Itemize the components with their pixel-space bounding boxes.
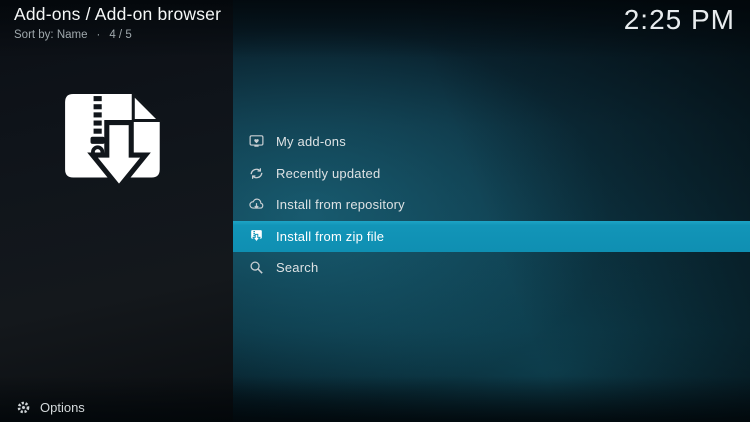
options-label: Options xyxy=(40,400,85,415)
sort-status: Sort by: Name · 4 / 5 xyxy=(14,29,221,41)
addon-browser-menu: My add-ons Recently updated Install from… xyxy=(233,126,750,284)
clock: 2:25 PM xyxy=(623,4,735,35)
sort-by-label: Sort by: Name xyxy=(14,29,88,41)
recently-updated-icon xyxy=(248,165,265,182)
kodi-addon-browser-screen: Add-ons / Add-on browser Sort by: Name ·… xyxy=(0,0,750,422)
search-icon xyxy=(248,259,265,276)
left-pane xyxy=(0,0,233,422)
menu-item-label: Install from zip file xyxy=(276,228,385,244)
options-button[interactable]: Options xyxy=(16,400,85,415)
menu-item-my-addons[interactable]: My add-ons xyxy=(233,126,750,158)
install-from-repository-icon xyxy=(248,196,265,213)
footer: Options xyxy=(0,390,750,422)
my-addons-icon xyxy=(248,133,265,150)
item-position: 4 / 5 xyxy=(109,29,132,41)
menu-item-search[interactable]: Search xyxy=(233,252,750,284)
menu-item-label: My add-ons xyxy=(276,134,346,150)
menu-item-label: Search xyxy=(276,260,319,276)
zip-file-icon xyxy=(62,90,174,208)
dot-separator: · xyxy=(96,29,101,41)
page-title: Add-ons / Add-on browser xyxy=(14,4,222,24)
gear-icon xyxy=(16,400,31,415)
menu-item-install-from-repository[interactable]: Install from repository xyxy=(233,189,750,221)
header: Add-ons / Add-on browser Sort by: Name ·… xyxy=(14,4,221,41)
menu-item-install-from-zip[interactable]: Install from zip file xyxy=(233,220,750,252)
menu-item-label: Install from repository xyxy=(276,197,405,213)
install-from-zip-icon xyxy=(248,228,265,245)
menu-item-label: Recently updated xyxy=(276,165,381,181)
menu-item-recently-updated[interactable]: Recently updated xyxy=(233,158,750,190)
